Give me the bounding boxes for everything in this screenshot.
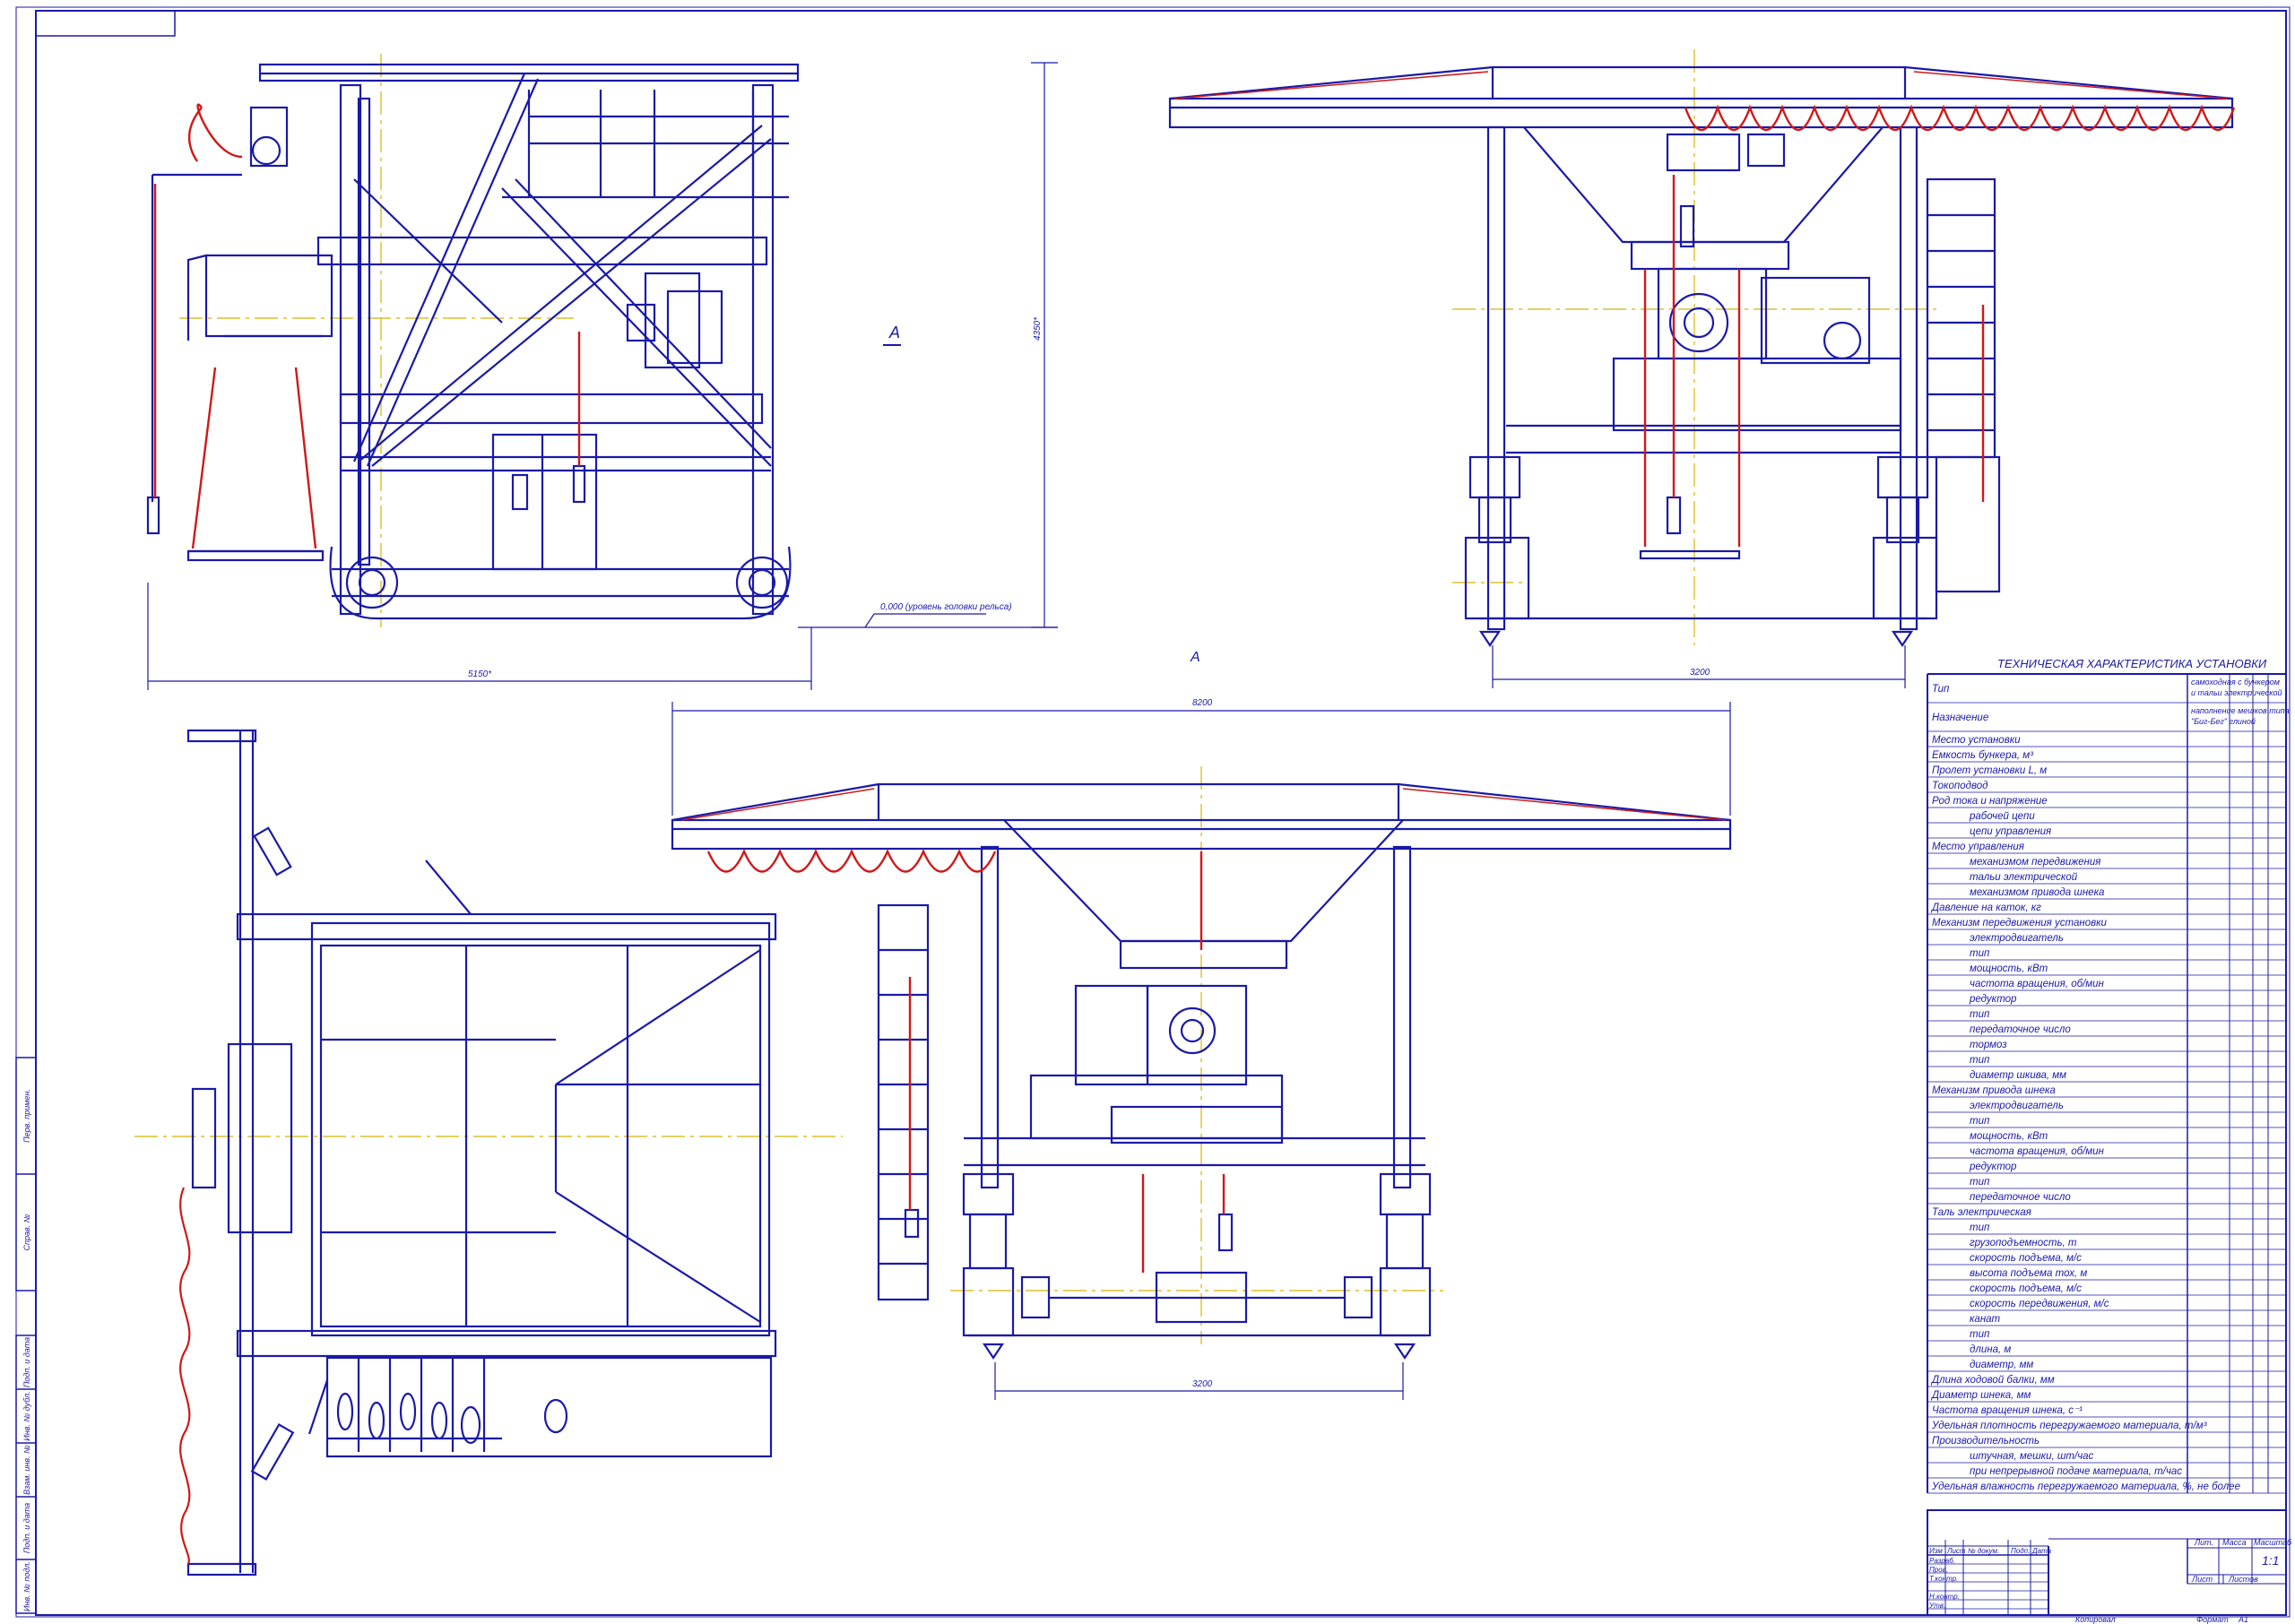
spec-row-label: Механизм передвижения установки (1932, 918, 2108, 929)
dim-side-width: 5150* (468, 669, 492, 679)
dim-bottom-span: 3200 (1192, 1379, 1213, 1389)
side-stamp-label: Взам. инв. № (22, 1445, 31, 1495)
spec-row-label: Пролет установки L, м (1932, 765, 2047, 776)
plan-view (134, 729, 843, 1576)
spec-row-label: Удельная плотность перегружаемого матери… (1931, 1421, 2208, 1431)
sheets-label: Листов (2228, 1575, 2258, 1584)
title-col-header: Изм (1929, 1547, 1943, 1555)
spec-row-label: грузоподъемность, т (1970, 1238, 2077, 1248)
dim-side-height: 4350* (1033, 316, 1043, 341)
side-stamp-label: Инв. № подл. (22, 1561, 31, 1611)
spec-row-label: механизмом передвижения (1970, 857, 2100, 868)
rear-view: 8200 3200 (671, 698, 1732, 1400)
title-role: Разраб. (1929, 1557, 1955, 1565)
front-view: 3200 А (1168, 49, 2236, 688)
side-stamp-label: Справ. № (22, 1214, 31, 1250)
spec-row-label: тип (1970, 1222, 1990, 1233)
copied-label: Копировал (2075, 1615, 2116, 1624)
spec-row-label: канат (1970, 1314, 2001, 1325)
spec-table-title: ТЕХНИЧЕСКАЯ ХАРАКТЕРИСТИКА УСТАНОВКИ (1997, 657, 2267, 670)
scale-value: 1:1 (2262, 1553, 2279, 1568)
spec-row-label: редуктор (1969, 994, 2017, 1005)
spec-row-label: тип (1970, 1329, 1990, 1340)
spec-row-label: Род тока и напряжение (1932, 796, 2048, 807)
spec-row-label: электродвигатель (1970, 1101, 2064, 1111)
spec-table: ТЕХНИЧЕСКАЯ ХАРАКТЕРИСТИКА УСТАНОВКИ Тип… (1927, 657, 2290, 1494)
side-stamp-label: Подп. и дата (22, 1337, 31, 1387)
spec-row-label: тормоз (1970, 1040, 2007, 1050)
spec-row-label: Таль электрическая (1932, 1207, 2031, 1218)
spec-row-label: Емкость бункера, м³ (1932, 750, 2034, 761)
spec-row-label: мощность, кВт (1970, 963, 2048, 974)
spec-row-label: частота вращения, об/мин (1970, 1146, 2105, 1157)
spec-row-label: редуктор (1969, 1162, 2017, 1172)
side-stamp-label: Перв. примен. (22, 1089, 31, 1143)
spec-row-label: Длина ходовой балки, мм (1930, 1375, 2055, 1386)
side-stamp-label: Подп. и дата (22, 1503, 31, 1553)
level-note: 0,000 (уровень головки рельса) (880, 602, 1012, 612)
spec-row-label: скорость подъема, м/с (1970, 1283, 2082, 1294)
spec-row-label: передаточное число (1970, 1024, 2071, 1035)
spec-row-label: высота подъема тох, м (1970, 1268, 2087, 1279)
section-marker: А (1190, 650, 1200, 665)
lit-label: Лит. (2194, 1538, 2213, 1547)
spec-row-label: Механизм привода шнека (1932, 1085, 2056, 1096)
spec-row-label: скорость передвижения, м/с (1970, 1299, 2109, 1309)
spec-row-label: рабочей цепи (1969, 811, 2035, 822)
spec-row-label: Давление на каток, кг (1930, 903, 2041, 913)
title-role: Утв. (1928, 1602, 1945, 1610)
spec-row-label: Диаметр шнека, мм (1930, 1390, 2031, 1401)
spec-row-label: диаметр шкива, мм (1970, 1070, 2066, 1081)
spec-row-value: наполнение мешков типа "Биг-Бег" глиной (2191, 706, 2290, 726)
spec-row-label: Место установки (1932, 735, 2021, 746)
spec-row-label: при непрерывной подаче материала, т/час (1970, 1466, 2182, 1477)
spec-row-label: тип (1970, 1009, 1990, 1020)
spec-row-label: Назначение (1932, 713, 1988, 723)
title-col-header: Подп. (2011, 1547, 2030, 1555)
spec-row-label: механизмом привода шнека (1970, 887, 2104, 898)
dim-front-span: 3200 (1690, 668, 1710, 678)
spec-row-label: тальи электрической (1970, 872, 2078, 883)
spec-row-label: передаточное число (1970, 1192, 2071, 1203)
spec-row-label: цепи управления (1970, 826, 2051, 837)
spec-row-label: диаметр, мм (1970, 1360, 2033, 1370)
mass-label: Масса (2222, 1538, 2247, 1547)
spec-row-label: тип (1970, 1116, 1990, 1127)
spec-row-label: мощность, кВт (1970, 1131, 2048, 1142)
spec-row-label: Производительность (1932, 1436, 2040, 1447)
drawing-sheet: Перв. примен. Справ. № Подп. и дата Инв. № … (15, 6, 2292, 1624)
view-arrow-label: А (888, 324, 900, 341)
title-col-header: Дата (2031, 1547, 2052, 1555)
title-role: Н.контр. (1929, 1593, 1960, 1601)
spec-row-label: Токоподвод (1932, 781, 1988, 791)
title-block: Изм Лист № докум. Подп. Дата Разраб.Пров.Т.к… (1927, 1509, 2292, 1624)
format-value: А1 (2238, 1615, 2248, 1624)
spec-row-label: скорость подъема, м/с (1970, 1253, 2082, 1264)
spec-row-label: штучная, мешки, шт/час (1970, 1451, 2094, 1462)
side-stamp-columns: Перв. примен. Справ. № Подп. и дата Инв. № … (15, 1057, 37, 1614)
title-role: Т.контр. (1929, 1575, 1958, 1583)
dim-top-span: 8200 (1192, 698, 1213, 708)
spec-row-label: Удельная влажность перегружаемого матери… (1931, 1481, 2240, 1492)
title-col-header: № докум. (1968, 1547, 1999, 1555)
spec-row-label: Частота вращения шнека, с⁻¹ (1932, 1405, 2083, 1416)
format-label: Формат (2196, 1615, 2229, 1624)
spec-row-label: Место управления (1932, 842, 2024, 852)
side-stamp-label: Инв. № дубл. (22, 1391, 31, 1440)
spec-row-label: тип (1970, 948, 1990, 959)
spec-row-label: частота вращения, об/мин (1970, 979, 2105, 989)
spec-row-label: Тип (1932, 684, 1950, 695)
sheet-label: Лист (2191, 1575, 2213, 1584)
title-col-header: Лист (1946, 1547, 1966, 1555)
spec-row-label: электродвигатель (1970, 933, 2064, 944)
side-view: А 0,000 (уровень головки рельса) 5150* 4… (146, 54, 1058, 690)
spec-row-label: тип (1970, 1177, 1990, 1188)
scale-label: Масштаб (2254, 1538, 2292, 1547)
title-role: Пров. (1929, 1566, 1948, 1574)
spec-row-label: длина, м (1970, 1344, 2011, 1355)
spec-row-label: тип (1970, 1055, 1990, 1066)
